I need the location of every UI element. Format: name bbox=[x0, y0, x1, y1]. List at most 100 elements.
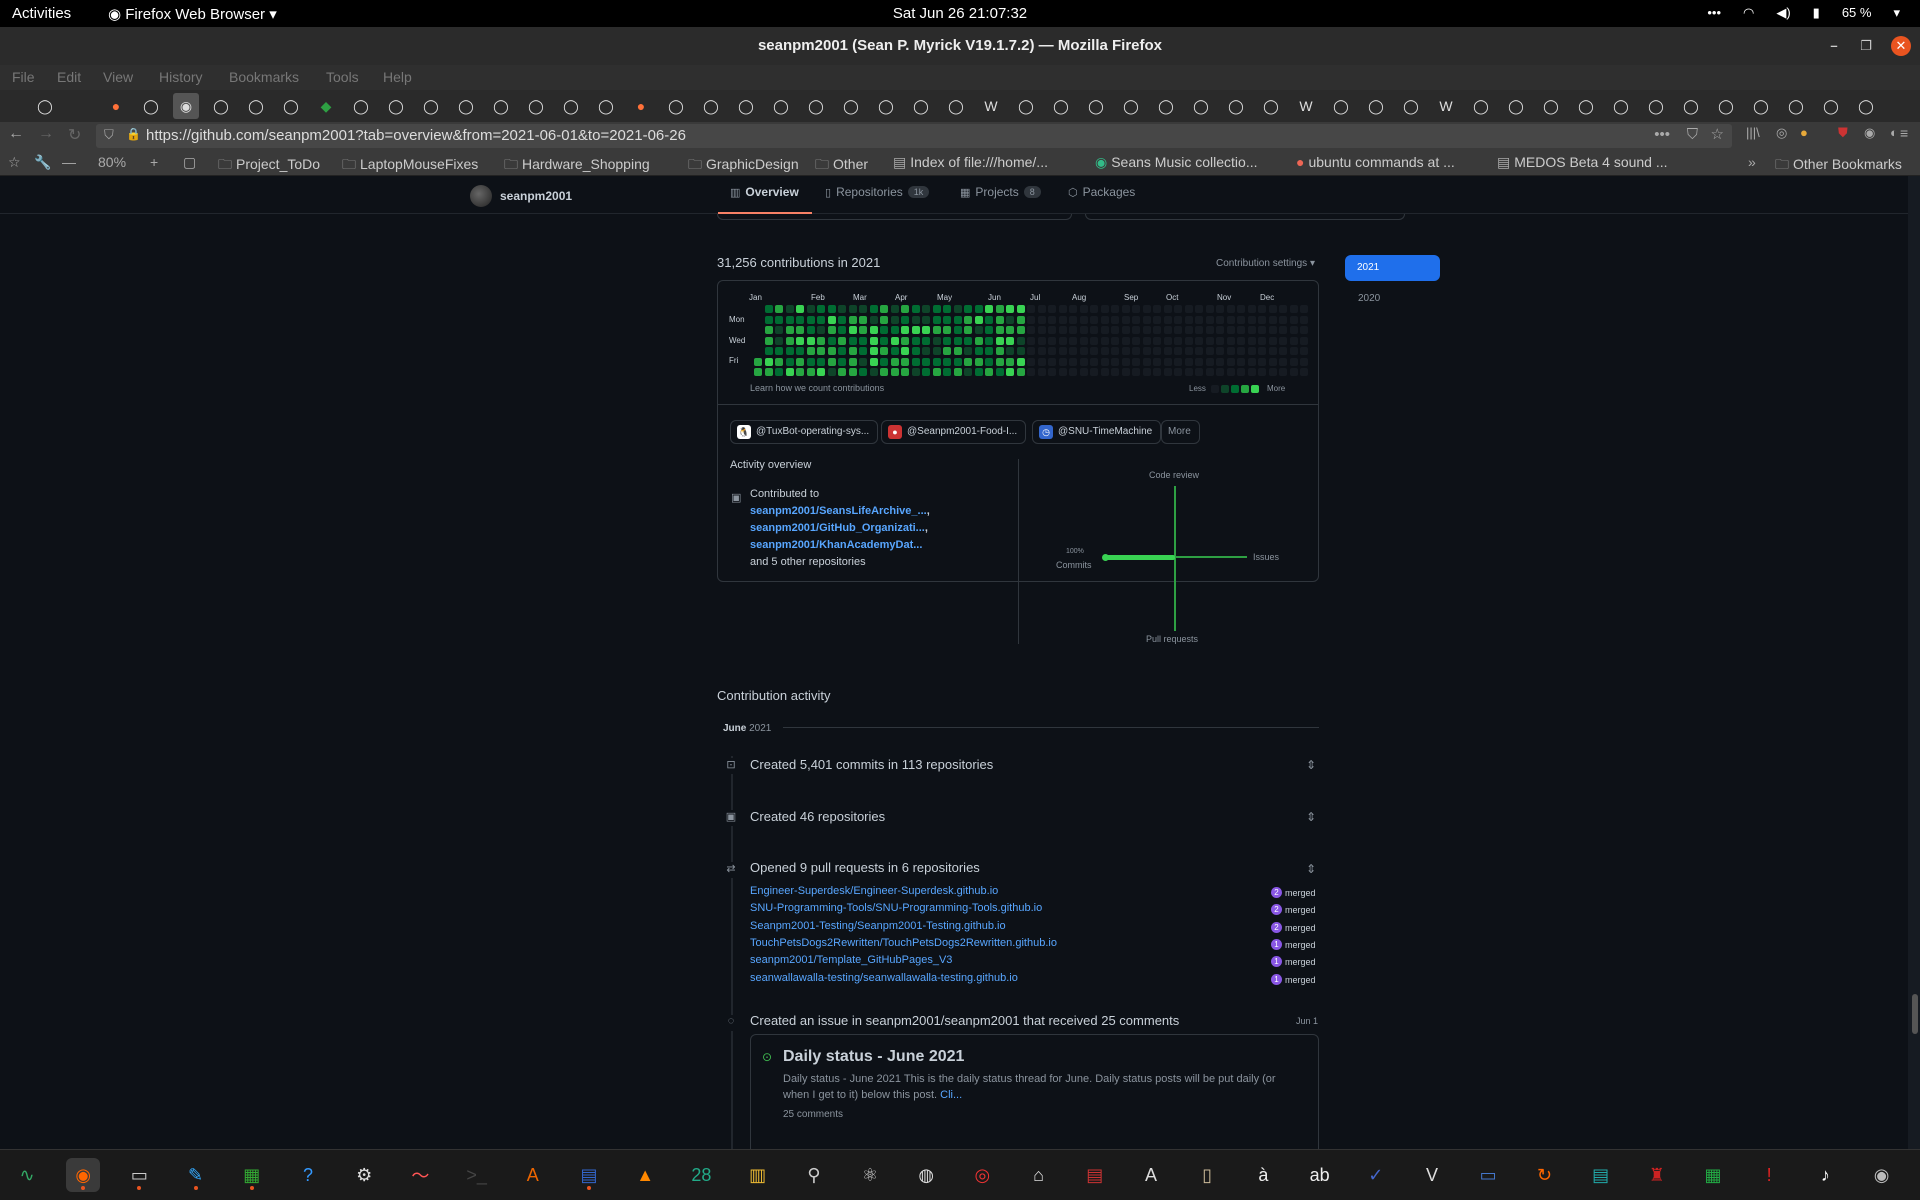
archive-icon[interactable]: ▯ bbox=[1190, 1158, 1224, 1192]
contribution-day-cell[interactable] bbox=[995, 336, 1004, 345]
contribution-day-cell[interactable] bbox=[1163, 326, 1172, 334]
contribution-day-cell[interactable] bbox=[1132, 347, 1140, 355]
contribution-day-cell[interactable] bbox=[1100, 368, 1109, 376]
bookmark-seans-music[interactable]: ◉ Seans Music collectio... bbox=[1095, 154, 1258, 171]
contribution-day-cell[interactable] bbox=[1006, 315, 1014, 324]
contribution-day-cell[interactable] bbox=[1205, 357, 1214, 366]
contribution-day-cell[interactable] bbox=[1247, 368, 1256, 376]
contribution-day-cell[interactable] bbox=[1216, 336, 1224, 345]
contribution-day-cell[interactable] bbox=[1226, 347, 1235, 355]
contribution-day-cell[interactable] bbox=[964, 315, 972, 324]
browser-tab[interactable]: ◯ bbox=[1608, 93, 1634, 119]
contribution-day-cell[interactable] bbox=[1090, 357, 1098, 366]
spreadsheet-icon[interactable]: ▦ bbox=[1696, 1158, 1730, 1192]
system-tray[interactable]: ••• ◠ ◀) ▮ 65 % ▾ bbox=[1707, 5, 1900, 21]
contribution-day-cell[interactable] bbox=[1205, 326, 1214, 334]
star-icon[interactable]: ☆ bbox=[8, 154, 21, 171]
contribution-day-cell[interactable] bbox=[796, 368, 804, 376]
contribution-day-cell[interactable] bbox=[995, 368, 1004, 376]
contribution-day-cell[interactable] bbox=[1037, 336, 1046, 345]
menu-bookmarks[interactable]: Bookmarks bbox=[229, 69, 299, 85]
app-menu[interactable]: ◉ Firefox Web Browser ▾ bbox=[108, 5, 277, 23]
waveform-icon[interactable]: 〜 bbox=[403, 1158, 437, 1192]
browser-tab[interactable]: ◯ bbox=[1223, 93, 1249, 119]
contribution-day-cell[interactable] bbox=[1153, 336, 1161, 345]
contribution-day-cell[interactable] bbox=[1226, 315, 1235, 324]
contribution-day-cell[interactable] bbox=[1100, 357, 1109, 366]
shield-icon[interactable]: ⛉ bbox=[104, 127, 114, 143]
more-icon[interactable]: ••• bbox=[1707, 5, 1721, 21]
contribution-day-cell[interactable] bbox=[1121, 315, 1130, 324]
text-editor-icon[interactable]: ✎ bbox=[179, 1158, 213, 1192]
contribution-day-cell[interactable] bbox=[1300, 326, 1308, 334]
settings-icon[interactable]: ⚙ bbox=[347, 1158, 381, 1192]
browser-tab[interactable]: ◯ bbox=[1538, 93, 1564, 119]
contribution-day-cell[interactable] bbox=[880, 357, 888, 366]
contribution-day-cell[interactable] bbox=[1111, 305, 1119, 313]
contribution-day-cell[interactable] bbox=[1048, 336, 1056, 345]
contribution-day-cell[interactable] bbox=[806, 336, 815, 345]
bookmark-ubuntu-commands[interactable]: ● ubuntu commands at ... bbox=[1296, 154, 1455, 170]
contribution-day-cell[interactable] bbox=[806, 347, 815, 355]
browser-tab[interactable]: ◯ bbox=[453, 93, 479, 119]
browser-tab[interactable]: ◯ bbox=[1328, 93, 1354, 119]
contribution-day-cell[interactable] bbox=[1163, 305, 1172, 313]
contribution-day-cell[interactable] bbox=[1300, 368, 1308, 376]
contribution-day-cell[interactable] bbox=[901, 368, 909, 376]
contribution-day-cell[interactable] bbox=[1279, 368, 1287, 376]
contribution-day-cell[interactable] bbox=[880, 336, 888, 345]
contribution-day-cell[interactable] bbox=[1100, 347, 1109, 355]
contribution-day-cell[interactable] bbox=[1300, 336, 1308, 345]
contribution-day-cell[interactable] bbox=[1006, 357, 1014, 366]
pocket-icon[interactable]: ⛉ bbox=[1687, 126, 1698, 143]
browser-tab[interactable]: ◯ bbox=[698, 93, 724, 119]
contribution-day-cell[interactable] bbox=[890, 305, 899, 313]
contribution-day-cell[interactable] bbox=[764, 326, 773, 334]
contribution-day-cell[interactable] bbox=[848, 305, 857, 313]
contribution-day-cell[interactable] bbox=[974, 305, 983, 313]
contribution-day-cell[interactable] bbox=[943, 326, 951, 334]
contribution-day-cell[interactable] bbox=[1037, 368, 1046, 376]
menu-edit[interactable]: Edit bbox=[57, 69, 81, 85]
mario-icon[interactable]: ♜ bbox=[1640, 1158, 1674, 1192]
contribution-day-cell[interactable] bbox=[1163, 368, 1172, 376]
bookmark-project-todo[interactable]: 🗀 Project_ToDo bbox=[218, 154, 320, 178]
contribution-day-cell[interactable] bbox=[1058, 347, 1067, 355]
github-extension-icon[interactable]: ◉ bbox=[1864, 125, 1875, 141]
webcam-icon[interactable]: ◉ bbox=[1865, 1158, 1899, 1192]
contribution-day-cell[interactable] bbox=[848, 368, 857, 376]
contribution-day-cell[interactable] bbox=[890, 347, 899, 355]
browser-tab[interactable]: ◯ bbox=[593, 93, 619, 119]
chrome-icon[interactable]: ◎ bbox=[965, 1158, 999, 1192]
contribution-day-cell[interactable] bbox=[1268, 315, 1277, 324]
contribution-day-cell[interactable] bbox=[1121, 336, 1130, 345]
contribution-day-cell[interactable] bbox=[1153, 357, 1161, 366]
browser-tab[interactable]: ◯ bbox=[838, 93, 864, 119]
contribution-day-cell[interactable] bbox=[869, 347, 878, 355]
contribution-day-cell[interactable] bbox=[1258, 315, 1266, 324]
chevron-right-icon[interactable]: » bbox=[1748, 154, 1756, 170]
contribution-day-cell[interactable] bbox=[964, 368, 972, 376]
music-icon[interactable]: ♪ bbox=[1808, 1158, 1842, 1192]
contribution-day-cell[interactable] bbox=[1016, 336, 1025, 345]
browser-tab[interactable]: ◯ bbox=[1818, 93, 1844, 119]
system-monitor-icon[interactable]: ∿ bbox=[10, 1158, 44, 1192]
contribution-day-cell[interactable] bbox=[901, 347, 909, 355]
clock[interactable]: Sat Jun 26 21:07:32 bbox=[0, 5, 1920, 22]
contribution-day-cell[interactable] bbox=[1121, 368, 1130, 376]
files-icon[interactable]: ▭ bbox=[122, 1158, 156, 1192]
contribution-day-cell[interactable] bbox=[775, 326, 783, 334]
contribution-day-cell[interactable] bbox=[1205, 368, 1214, 376]
contribution-day-cell[interactable] bbox=[932, 357, 941, 366]
contribution-day-cell[interactable] bbox=[1279, 315, 1287, 324]
contribution-day-cell[interactable] bbox=[1090, 305, 1098, 313]
unfold-icon[interactable]: ⇕ bbox=[1306, 758, 1316, 772]
contribution-day-cell[interactable] bbox=[1258, 368, 1266, 376]
browser-tab[interactable]: ◯ bbox=[1188, 93, 1214, 119]
contribution-day-cell[interactable] bbox=[1048, 357, 1056, 366]
contribution-day-cell[interactable] bbox=[1111, 357, 1119, 366]
contribution-day-cell[interactable] bbox=[1184, 357, 1193, 366]
contribution-day-cell[interactable] bbox=[1279, 305, 1287, 313]
contribution-day-cell[interactable] bbox=[796, 357, 804, 366]
contribution-day-cell[interactable] bbox=[1195, 315, 1203, 324]
